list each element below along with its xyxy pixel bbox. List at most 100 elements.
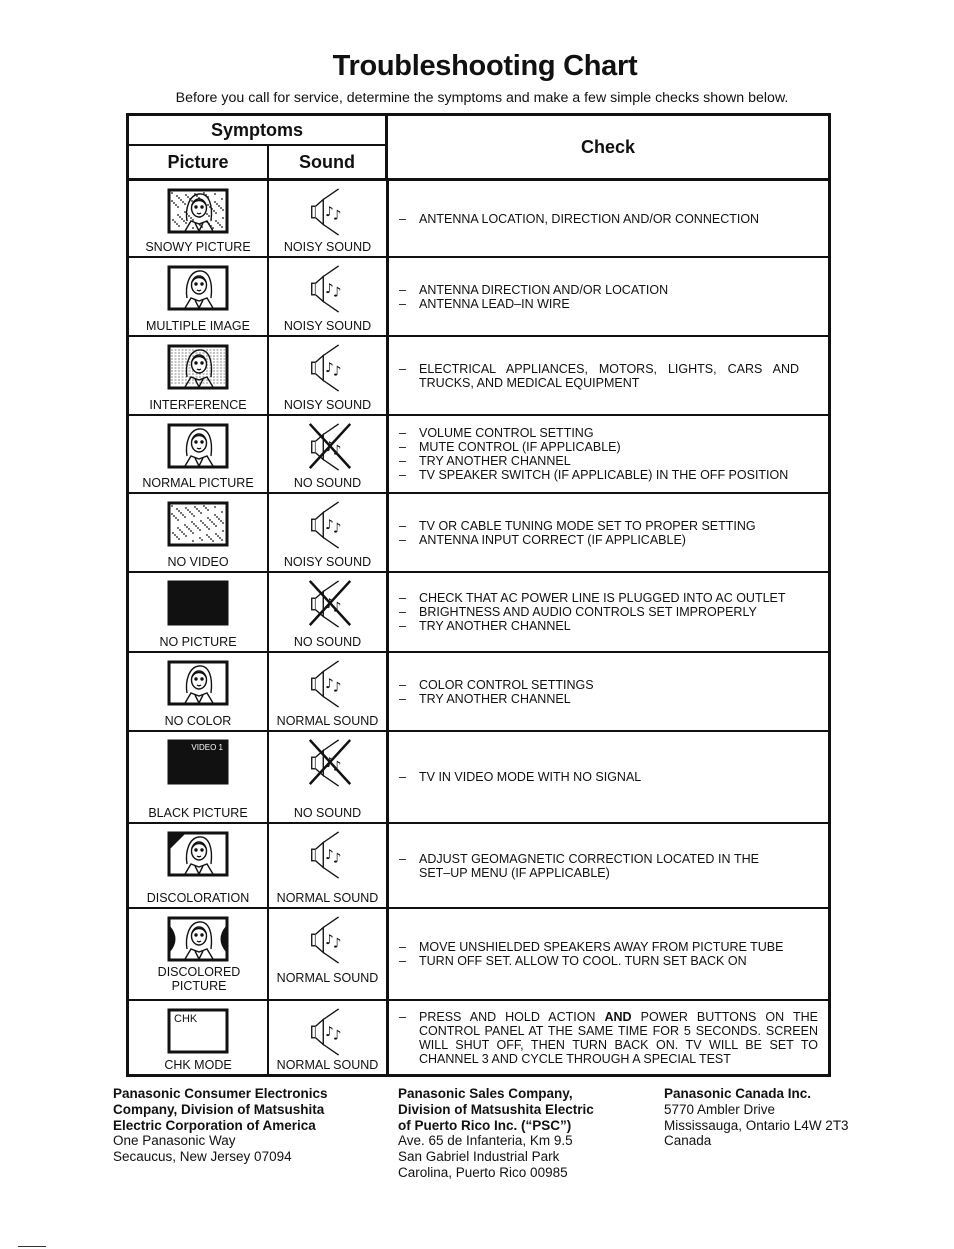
check-item: MUTE CONTROL (IF APPLICABLE) xyxy=(399,440,788,454)
address-line: Canada xyxy=(664,1133,712,1149)
check-item: TURN OFF SET. ALLOW TO COOL. TURN SET BA… xyxy=(399,954,783,968)
scan-mark xyxy=(18,1246,46,1247)
picture-symptom-cell: VIDEO 1 BLACK PICTURE xyxy=(129,732,269,822)
check-item: PRESS AND HOLD ACTION AND POWER BUTTONS … xyxy=(399,1010,818,1066)
sound-symptom-cell: ♪ ♪ NOISY SOUND xyxy=(269,258,389,335)
speaker-normal-icon: ♪ ♪ xyxy=(311,831,342,879)
sound-symptom-cell: ♪ ♪ NORMAL SOUND xyxy=(269,824,389,907)
tv-black-picture-icon: VIDEO 1 xyxy=(167,739,229,785)
table-row: NO VIDEO ♪♪ NOISY SOUND TV OR CABLE TUNIN… xyxy=(129,492,828,571)
emphasis-text: AND xyxy=(604,1009,632,1024)
sound-symptom-label: NORMAL SOUND xyxy=(276,714,379,728)
picture-symptom-label: NO COLOR xyxy=(164,714,232,728)
check-item: MOVE UNSHIELDED SPEAKERS AWAY FROM PICTU… xyxy=(399,940,783,954)
check-item: TRY ANOTHER CHANNEL xyxy=(399,454,788,468)
picture-symptom-label: NO VIDEO xyxy=(167,555,229,569)
svg-text:♪: ♪ xyxy=(333,1029,342,1044)
check-item: ANTENNA INPUT CORRECT (IF APPLICABLE) xyxy=(399,533,756,547)
table-row: CHKCHK MODE ♪♪ NORMAL SOUNDPRESS AND HOL… xyxy=(129,999,828,1074)
check-list: TV IN VIDEO MODE WITH NO SIGNAL xyxy=(399,770,641,784)
speaker-noisy-icon: ♪ ♪ xyxy=(311,501,342,549)
address-company-line: Panasonic Canada Inc. xyxy=(664,1086,812,1101)
svg-text:♪: ♪ xyxy=(333,286,342,301)
sound-symptom-label: NO SOUND xyxy=(293,806,362,820)
check-cell: TV IN VIDEO MODE WITH NO SIGNAL xyxy=(389,732,828,822)
picture-symptom-label: NO PICTURE xyxy=(159,635,237,649)
check-list: COLOR CONTROL SETTINGSTRY ANOTHER CHANNE… xyxy=(399,678,594,706)
tv-discolored-picture-icon xyxy=(167,916,229,962)
check-cell: ANTENNA LOCATION, DIRECTION AND/OR CONNE… xyxy=(389,181,828,256)
svg-text:♪: ♪ xyxy=(333,681,342,696)
check-cell: ADJUST GEOMAGNETIC CORRECTION LOCATED IN… xyxy=(389,824,828,907)
picture-symptom-cell: NORMAL PICTURE xyxy=(129,416,269,492)
check-list: ELECTRICAL APPLIANCES, MOTORS, LIGHTS, C… xyxy=(399,362,799,390)
table-row: INTERFERENCE ♪♪ NOISY SOUND ELECTRICAL AP… xyxy=(129,335,828,414)
address-company-line: Company, Division of Matsushita xyxy=(113,1101,325,1117)
picture-symptom-label: MULTIPLE IMAGE xyxy=(146,319,250,333)
table-row: MULTIPLE IMAGE ♪♪ NOISY SOUND ANTENNA DIR… xyxy=(129,256,828,335)
address-line: One Panasonic Way xyxy=(113,1133,236,1149)
speaker-muted-icon: ♪♪ xyxy=(308,423,352,471)
check-item: TV OR CABLE TUNING MODE SET TO PROPER SE… xyxy=(399,519,756,533)
check-item: ADJUST GEOMAGNETIC CORRECTION LOCATED IN… xyxy=(399,852,759,880)
address-consumer-electronics: Panasonic Consumer Electronics Company, D… xyxy=(113,1086,328,1165)
sound-symptom-label: NOISY SOUND xyxy=(283,555,372,569)
check-item: TV SPEAKER SWITCH (IF APPLICABLE) IN THE… xyxy=(399,468,788,482)
sound-symptom-cell: ♪♪ NO SOUND xyxy=(269,732,389,822)
check-list: PRESS AND HOLD ACTION AND POWER BUTTONS … xyxy=(399,1010,818,1066)
check-cell: CHECK THAT AC POWER LINE IS PLUGGED INTO… xyxy=(389,573,828,651)
sound-symptom-cell: ♪ ♪ NOISY SOUND xyxy=(269,181,389,256)
address-line: San Gabriel Industrial Park xyxy=(398,1149,560,1165)
check-item: VOLUME CONTROL SETTING xyxy=(399,426,788,440)
tv-multiple-image-icon xyxy=(167,265,229,311)
table-row: NORMAL PICTURE ♪♪ NO SOUNDVOLUME CONTROL… xyxy=(129,414,828,492)
check-cell: VOLUME CONTROL SETTINGMUTE CONTROL (IF A… xyxy=(389,416,828,492)
sound-symptom-cell: ♪ ♪ NOISY SOUND xyxy=(269,494,389,571)
address-company-line: Electric Corporation of America xyxy=(113,1117,316,1133)
check-list: CHECK THAT AC POWER LINE IS PLUGGED INTO… xyxy=(399,591,786,633)
picture-symptom-cell: CHK CHK MODE xyxy=(129,1001,269,1074)
sound-symptom-label: NO SOUND xyxy=(293,635,362,649)
sound-symptom-label: NOISY SOUND xyxy=(283,240,372,254)
tv-normal-picture-icon xyxy=(167,423,229,469)
sound-symptom-cell: ♪♪ NO SOUND xyxy=(269,416,389,492)
check-list: ANTENNA DIRECTION AND/OR LOCATIONANTENNA… xyxy=(399,283,668,311)
picture-symptom-label: NORMAL PICTURE xyxy=(142,476,254,490)
address-line: Carolina, Puerto Rico 00985 xyxy=(398,1164,568,1180)
check-cell: TV OR CABLE TUNING MODE SET TO PROPER SE… xyxy=(389,494,828,571)
svg-text:CHK: CHK xyxy=(174,1013,198,1025)
check-item: BRIGHTNESS AND AUDIO CONTROLS SET IMPROP… xyxy=(399,605,786,619)
address-company-line: Panasonic Consumer Electronics xyxy=(113,1086,328,1101)
sound-symptom-cell: ♪ ♪ NORMAL SOUND xyxy=(269,1001,389,1074)
svg-text:♪: ♪ xyxy=(333,937,342,952)
check-item: COLOR CONTROL SETTINGS xyxy=(399,678,594,692)
address-line: Mississauga, Ontario L4W 2T3 xyxy=(664,1117,849,1133)
sound-symptom-label: NORMAL SOUND xyxy=(276,1058,379,1072)
tv-discoloration-icon xyxy=(167,831,229,877)
address-line: Ave. 65 de Infanteria, Km 9.5 xyxy=(398,1133,573,1149)
sound-symptom-cell: ♪ ♪ NORMAL SOUND xyxy=(269,653,389,730)
address-line: 5770 Ambler Drive xyxy=(664,1101,776,1117)
picture-symptom-cell: NO VIDEO xyxy=(129,494,269,571)
svg-text:♪: ♪ xyxy=(333,852,342,867)
check-cell: ANTENNA DIRECTION AND/OR LOCATIONANTENNA… xyxy=(389,258,828,335)
header-picture: Picture xyxy=(129,146,269,180)
troubleshooting-table: Symptoms Picture Sound Check SNOWY PICTU… xyxy=(126,113,831,1077)
address-company-line: Panasonic Sales Company, xyxy=(398,1086,573,1101)
check-item: ANTENNA DIRECTION AND/OR LOCATION xyxy=(399,283,668,297)
picture-symptom-label: DISCOLORED PICTURE xyxy=(157,965,241,993)
speaker-noisy-icon: ♪ ♪ xyxy=(311,188,341,236)
picture-symptom-cell: SNOWY PICTURE xyxy=(129,181,269,256)
table-row: DISCOLORED PICTURE ♪♪ NORMAL SOUND MOVE U… xyxy=(129,907,828,999)
header-symptoms: Symptoms xyxy=(129,116,388,146)
check-cell: ELECTRICAL APPLIANCES, MOTORS, LIGHTS, C… xyxy=(389,337,828,414)
svg-text:♪: ♪ xyxy=(333,522,342,537)
page-title: Troubleshooting Chart xyxy=(332,50,638,82)
table-row: VIDEO 1 BLACK PICTURE ♪♪ NO SOUND TV IN VI… xyxy=(129,730,828,822)
sound-symptom-label: NORMAL SOUND xyxy=(276,891,379,905)
sound-symptom-label: NOISY SOUND xyxy=(283,398,372,412)
speaker-muted-icon: ♪♪ xyxy=(308,739,352,787)
check-list: MOVE UNSHIELDED SPEAKERS AWAY FROM PICTU… xyxy=(399,940,783,968)
picture-symptom-cell: NO PICTURE xyxy=(129,573,269,651)
sound-symptom-label: NO SOUND xyxy=(293,476,362,490)
